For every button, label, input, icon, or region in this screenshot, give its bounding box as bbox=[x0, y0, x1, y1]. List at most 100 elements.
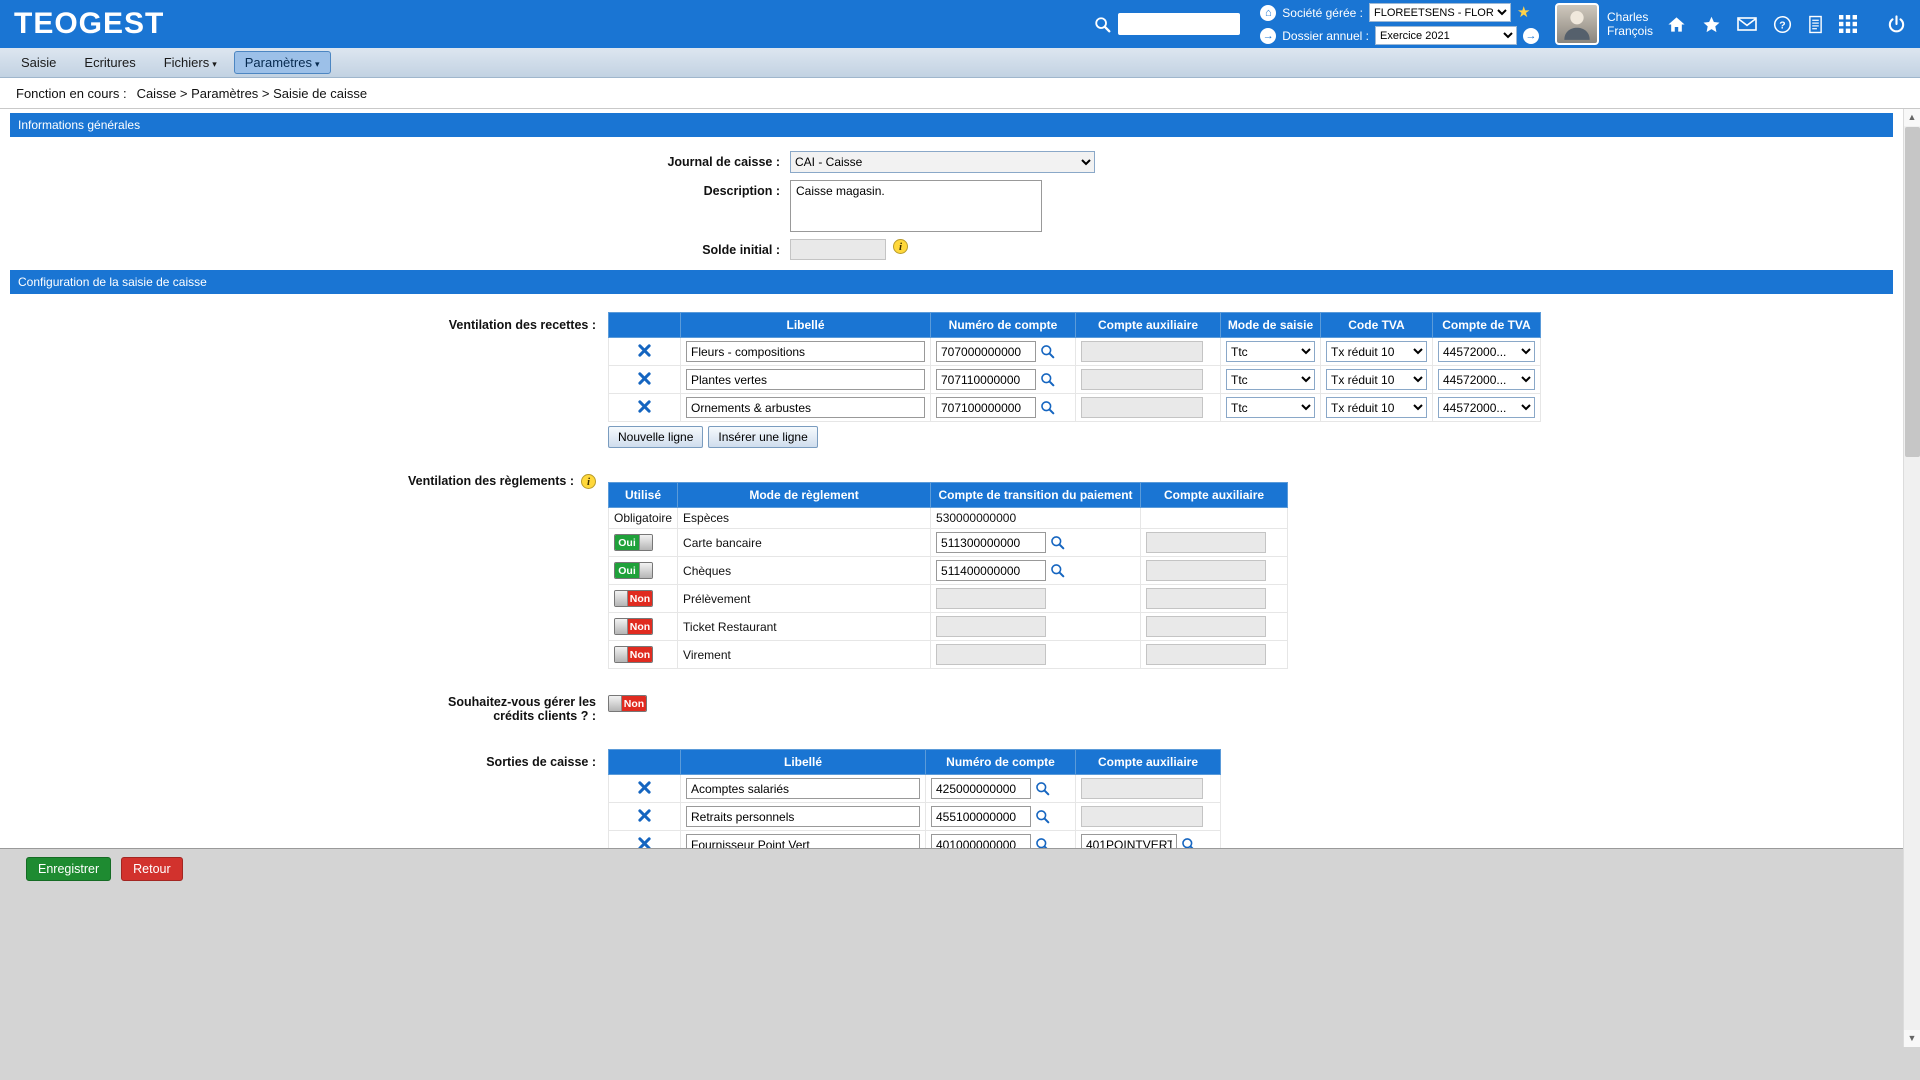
mail-icon[interactable] bbox=[1737, 16, 1757, 32]
compte-tva-select[interactable]: 44572000... bbox=[1438, 341, 1535, 362]
toggle-oui[interactable]: Oui bbox=[614, 562, 653, 579]
user-avatar[interactable] bbox=[1555, 3, 1599, 45]
dossier-arrow-icon[interactable]: → bbox=[1260, 28, 1276, 44]
col-header: Compte de TVA bbox=[1433, 313, 1541, 338]
svg-text:?: ? bbox=[1779, 20, 1785, 31]
journal-select[interactable]: CAI - Caisse bbox=[790, 151, 1095, 173]
description-textarea[interactable]: Caisse magasin. bbox=[790, 180, 1042, 232]
compte-auxiliaire-input bbox=[1146, 560, 1266, 581]
power-icon[interactable] bbox=[1887, 15, 1906, 34]
col-header: Compte auxiliaire bbox=[1076, 750, 1221, 775]
toggle-non[interactable]: Non bbox=[614, 590, 653, 607]
apps-grid-icon[interactable] bbox=[1839, 15, 1857, 33]
mode-saisie-select[interactable]: Ttc bbox=[1226, 341, 1315, 362]
inserer-ligne-button[interactable]: Insérer une ligne bbox=[708, 426, 817, 448]
back-button[interactable]: Retour bbox=[121, 857, 183, 881]
recettes-table: Libellé Numéro de compte Compte auxiliai… bbox=[608, 312, 1541, 422]
compte-auxiliaire-input bbox=[1146, 532, 1266, 553]
menu-ecritures[interactable]: Ecritures bbox=[73, 51, 146, 74]
reglements-label: Ventilation des règlements :i bbox=[0, 468, 608, 489]
compte-auxiliaire-input bbox=[1146, 588, 1266, 609]
compte-transition-input[interactable] bbox=[936, 560, 1046, 581]
numero-compte-input[interactable] bbox=[936, 369, 1036, 390]
lookup-icon[interactable] bbox=[1035, 809, 1050, 824]
company-select[interactable]: FLOREETSENS - FLOR bbox=[1369, 3, 1511, 22]
lookup-icon[interactable] bbox=[1050, 563, 1065, 578]
mode-reglement-label: Virement bbox=[678, 641, 931, 669]
reglements-header-row: Utilisé Mode de règlement Compte de tran… bbox=[609, 483, 1288, 508]
compte-tva-select[interactable]: 44572000... bbox=[1438, 369, 1535, 390]
lookup-icon[interactable] bbox=[1040, 372, 1055, 387]
mode-saisie-select[interactable]: Ttc bbox=[1226, 397, 1315, 418]
menu-fichiers[interactable]: Fichiers▾ bbox=[153, 51, 228, 74]
favorites-icon[interactable] bbox=[1702, 15, 1721, 34]
company-home-icon[interactable]: ⌂ bbox=[1260, 5, 1276, 21]
vertical-scrollbar[interactable]: ▲ ▼ bbox=[1903, 109, 1920, 1047]
utilise-obligatoire-label: Obligatoire bbox=[609, 508, 678, 529]
compte-transition-input[interactable] bbox=[936, 532, 1046, 553]
table-row: Oui Chèques bbox=[609, 557, 1288, 585]
numero-compte-input[interactable] bbox=[931, 778, 1031, 799]
numero-compte-input[interactable] bbox=[936, 397, 1036, 418]
numero-compte-input[interactable] bbox=[931, 806, 1031, 827]
toggle-oui[interactable]: Oui bbox=[614, 534, 653, 551]
toggle-credits-clients[interactable]: Non bbox=[608, 695, 647, 712]
lookup-icon[interactable] bbox=[1050, 535, 1065, 550]
lookup-icon[interactable] bbox=[1035, 781, 1050, 796]
go-dossier-icon[interactable]: → bbox=[1523, 28, 1539, 44]
menu-saisie[interactable]: Saisie bbox=[10, 51, 67, 74]
search-input[interactable] bbox=[1118, 13, 1240, 35]
libelle-input[interactable] bbox=[686, 397, 925, 418]
dossier-select[interactable]: Exercice 2021 bbox=[1375, 26, 1517, 45]
delete-row-icon[interactable] bbox=[637, 343, 652, 358]
compte-transition-input bbox=[936, 616, 1046, 637]
solde-initial-input bbox=[790, 239, 886, 260]
nouvelle-ligne-button[interactable]: Nouvelle ligne bbox=[608, 426, 703, 448]
info-icon[interactable]: i bbox=[893, 239, 908, 254]
col-header: Mode de saisie bbox=[1221, 313, 1321, 338]
libelle-input[interactable] bbox=[686, 806, 920, 827]
code-tva-select[interactable]: Tx réduit 10 bbox=[1326, 397, 1427, 418]
mode-saisie-select[interactable]: Ttc bbox=[1226, 369, 1315, 390]
compte-transition-text: 530000000000 bbox=[931, 508, 1141, 529]
app-logo[interactable]: TEOGEST bbox=[14, 7, 164, 41]
table-row: Non Prélèvement bbox=[609, 585, 1288, 613]
table-row: Non Ticket Restaurant bbox=[609, 613, 1288, 641]
scroll-up-icon[interactable]: ▲ bbox=[1904, 109, 1920, 126]
scrollbar-thumb[interactable] bbox=[1905, 127, 1920, 457]
delete-row-icon[interactable] bbox=[637, 399, 652, 414]
search-icon[interactable] bbox=[1094, 16, 1111, 33]
table-row: Oui Carte bancaire bbox=[609, 529, 1288, 557]
col-header: Libellé bbox=[681, 313, 931, 338]
home-icon[interactable] bbox=[1667, 15, 1686, 34]
code-tva-select[interactable]: Tx réduit 10 bbox=[1326, 341, 1427, 362]
section-configuration: Configuration de la saisie de caisse bbox=[10, 270, 1893, 294]
menu-parametres[interactable]: Paramètres▾ bbox=[234, 51, 331, 74]
delete-row-icon[interactable] bbox=[637, 371, 652, 386]
report-icon[interactable] bbox=[1808, 15, 1823, 34]
mode-reglement-label: Ticket Restaurant bbox=[678, 613, 931, 641]
help-icon[interactable]: ? bbox=[1773, 15, 1792, 34]
save-button[interactable]: Enregistrer bbox=[26, 857, 111, 881]
col-header: Numéro de compte bbox=[931, 313, 1076, 338]
code-tva-select[interactable]: Tx réduit 10 bbox=[1326, 369, 1427, 390]
toggle-non[interactable]: Non bbox=[614, 618, 653, 635]
favorite-star-icon[interactable]: ★ bbox=[1517, 5, 1530, 20]
libelle-input[interactable] bbox=[686, 369, 925, 390]
delete-row-icon[interactable] bbox=[637, 780, 652, 795]
toggle-non[interactable]: Non bbox=[614, 646, 653, 663]
compte-tva-select[interactable]: 44572000... bbox=[1438, 397, 1535, 418]
mode-reglement-label: Prélèvement bbox=[678, 585, 931, 613]
recettes-header-row: Libellé Numéro de compte Compte auxiliai… bbox=[609, 313, 1541, 338]
lookup-icon[interactable] bbox=[1040, 400, 1055, 415]
numero-compte-input[interactable] bbox=[936, 341, 1036, 362]
libelle-input[interactable] bbox=[686, 778, 920, 799]
col-header: Mode de règlement bbox=[678, 483, 931, 508]
lookup-icon[interactable] bbox=[1040, 344, 1055, 359]
info-icon[interactable]: i bbox=[581, 474, 596, 489]
reglements-table: Utilisé Mode de règlement Compte de tran… bbox=[608, 482, 1288, 669]
libelle-input[interactable] bbox=[686, 341, 925, 362]
table-row bbox=[609, 775, 1221, 803]
delete-row-icon[interactable] bbox=[637, 808, 652, 823]
scroll-down-icon[interactable]: ▼ bbox=[1904, 1030, 1920, 1047]
